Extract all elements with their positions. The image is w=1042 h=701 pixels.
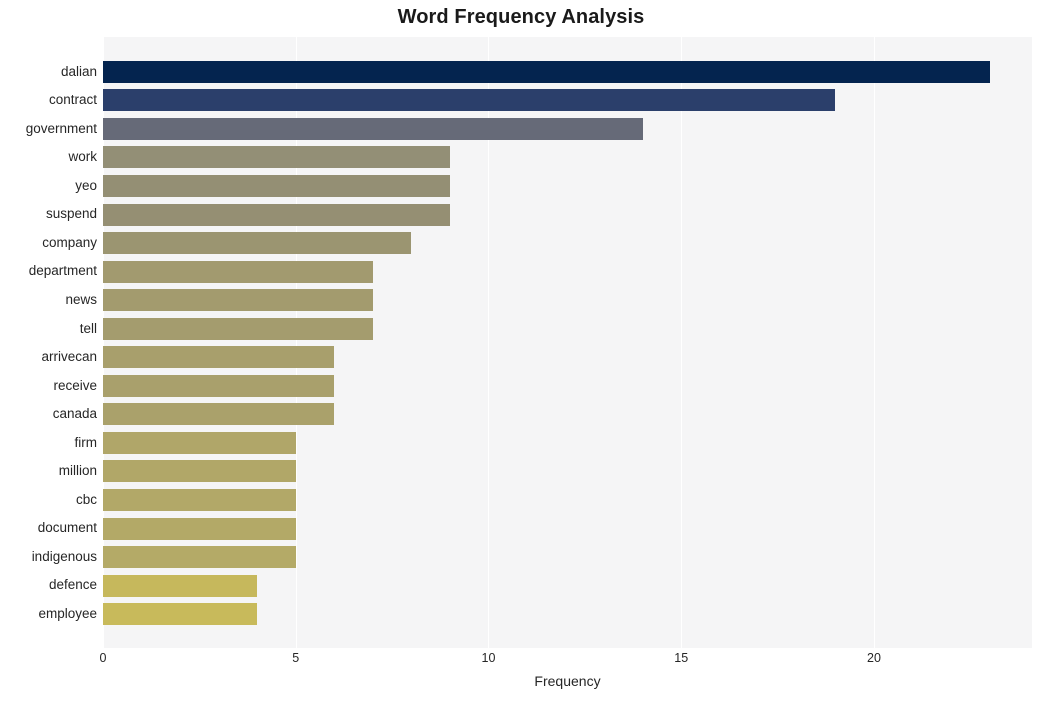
y-axis-label-department: department [28,263,97,279]
bar-row [103,115,1032,144]
word-frequency-chart-figure: Word Frequency Analysis dalian contract go… [0,0,1042,701]
y-axis-label-tell: tell [79,320,97,336]
y-axis-label-employee: employee [38,606,97,622]
bar-row [103,343,1032,372]
bar-row [103,86,1032,115]
x-axis-tick-labels: 0 5 10 15 20 [99,648,1032,670]
y-axis-label-defence: defence [48,577,97,593]
bar-government[interactable] [103,117,643,140]
y-axis-label-canada: canada [52,406,97,422]
bar-row [103,143,1032,172]
bar-million[interactable] [103,460,296,483]
bar-work[interactable] [103,146,450,169]
y-axis-label-firm: firm [74,434,98,450]
bar-document[interactable] [103,517,296,540]
bar-yeo[interactable] [103,174,450,197]
y-axis-label-suspend: suspend [45,206,97,222]
x-tick-15: 15 [674,651,689,665]
bar-row [103,257,1032,286]
bar-row [103,600,1032,629]
y-axis-label-work: work [68,149,97,165]
bar-company[interactable] [103,232,412,255]
bar-firm[interactable] [103,431,296,454]
y-axis-label-company: company [42,234,97,250]
x-tick-10: 10 [481,651,496,665]
bar-employee[interactable] [103,603,258,626]
bar-row [103,58,1032,87]
bar-dalian[interactable] [103,60,990,83]
bar-row [103,457,1032,486]
y-axis-labels: dalian contract government work yeo suspend co… [0,37,97,648]
y-axis-label-document: document [37,520,97,536]
bar-news[interactable] [103,289,373,312]
y-axis-label-cbc: cbc [75,491,97,507]
bar-row [103,372,1032,401]
bar-department[interactable] [103,260,373,283]
bar-row [103,486,1032,515]
y-axis-label-yeo: yeo [75,177,97,193]
chart-title: Word Frequency Analysis [397,6,645,28]
bar-cbc[interactable] [103,489,296,511]
bar-row [103,315,1032,344]
x-tick-5: 5 [292,651,300,665]
bar-row [103,514,1032,543]
plot-area [103,37,1032,648]
x-axis-title: Frequency [534,673,601,689]
bar-suspend[interactable] [103,203,450,226]
bar-receive[interactable] [103,374,335,397]
x-tick-20: 20 [867,651,881,665]
bar-row [103,229,1032,258]
bar-canada[interactable] [103,403,335,426]
bar-row [103,543,1032,572]
bar-indigenous[interactable] [103,546,296,569]
bar-arrivecan[interactable] [103,346,335,369]
bar-row [103,400,1032,429]
y-axis-label-news: news [65,291,97,307]
bar-tell[interactable] [103,317,373,340]
y-axis-label-contract: contract [48,92,97,108]
bars-layer [103,37,1032,648]
bar-defence[interactable] [103,574,258,597]
y-axis-label-million: million [58,463,97,479]
bar-row [103,571,1032,600]
bar-row [103,429,1032,458]
bar-row [103,286,1032,315]
bar-row [103,200,1032,229]
x-tick-0: 0 [99,651,107,665]
bar-row [103,172,1032,201]
y-axis-label-indigenous: indigenous [31,548,97,564]
y-axis-label-dalian: dalian [60,63,97,79]
y-axis-label-receive: receive [53,377,97,393]
y-axis-label-government: government [25,120,97,136]
bar-contract[interactable] [103,89,836,112]
y-axis-label-arrivecan: arrivecan [41,349,97,365]
